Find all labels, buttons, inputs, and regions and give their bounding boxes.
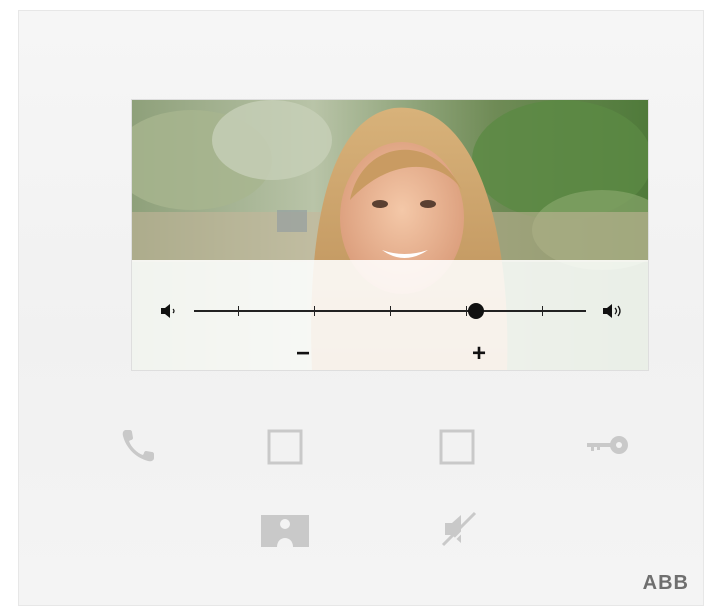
call-button[interactable]: [113, 421, 163, 471]
person-icon: [261, 515, 309, 547]
key-icon: [587, 436, 628, 454]
slider-tick: [466, 306, 467, 316]
brand-logo: ABB: [642, 572, 689, 594]
volume-increase-button[interactable]: +: [464, 342, 494, 366]
volume-slider[interactable]: [194, 303, 586, 319]
volume-low-icon[interactable]: [160, 303, 178, 319]
square-icon: [267, 429, 303, 465]
slider-tick: [314, 306, 315, 316]
phone-icon: [122, 430, 154, 462]
intercom-panel: − + ABB: [18, 10, 704, 606]
volume-slider-handle[interactable]: [468, 303, 485, 319]
function-button-2[interactable]: [435, 425, 479, 469]
volume-high-icon[interactable]: [602, 303, 624, 319]
function-button-1[interactable]: [263, 425, 307, 469]
volume-overlay: − +: [132, 260, 648, 370]
slider-tick: [238, 306, 239, 316]
slider-tick: [390, 306, 391, 316]
square-icon: [439, 429, 475, 465]
video-screen: − +: [131, 99, 649, 371]
door-open-button[interactable]: [583, 425, 633, 465]
speaker-mute-icon: [441, 511, 478, 548]
caretaker-button[interactable]: [257, 511, 313, 551]
slider-tick: [542, 306, 543, 316]
mute-button[interactable]: [437, 507, 481, 551]
volume-decrease-button[interactable]: −: [288, 342, 318, 366]
